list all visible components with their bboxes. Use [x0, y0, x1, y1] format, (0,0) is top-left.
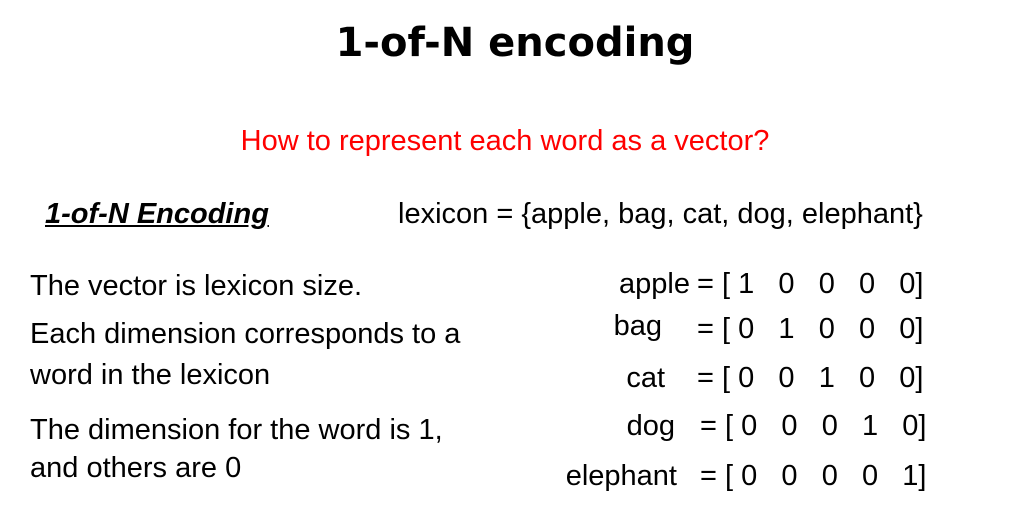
vector-word: apple: [619, 268, 690, 300]
vector-value: = [ 0 0 0 1 0]: [700, 410, 927, 442]
left-text-line: word in the lexicon: [30, 359, 271, 391]
left-text-line: and others are 0: [30, 452, 242, 484]
vector-word: elephant: [565, 460, 677, 492]
vector-word: bag: [613, 310, 662, 342]
vector-value: = [ 1 0 0 0 0]: [697, 268, 924, 300]
slide-subtitle: How to represent each word as a vector?: [240, 125, 770, 157]
left-text-line: The dimension for the word is 1,: [30, 414, 443, 446]
vector-value: = [ 0 1 0 0 0]: [697, 313, 924, 345]
lexicon-definition: lexicon = {apple, bag, cat, dog, elephan…: [398, 198, 923, 230]
vector-value: = [ 0 0 0 0 1]: [700, 460, 927, 492]
vector-word: dog: [626, 410, 675, 442]
encoding-heading: 1-of-N Encoding: [45, 198, 269, 230]
left-text-line: Each dimension corresponds to a: [30, 318, 461, 350]
vector-word: cat: [626, 362, 665, 394]
slide-title: 1-of-N encoding: [335, 20, 695, 66]
left-text-line: The vector is lexicon size.: [30, 270, 363, 302]
vector-value: = [ 0 0 1 0 0]: [697, 362, 924, 394]
